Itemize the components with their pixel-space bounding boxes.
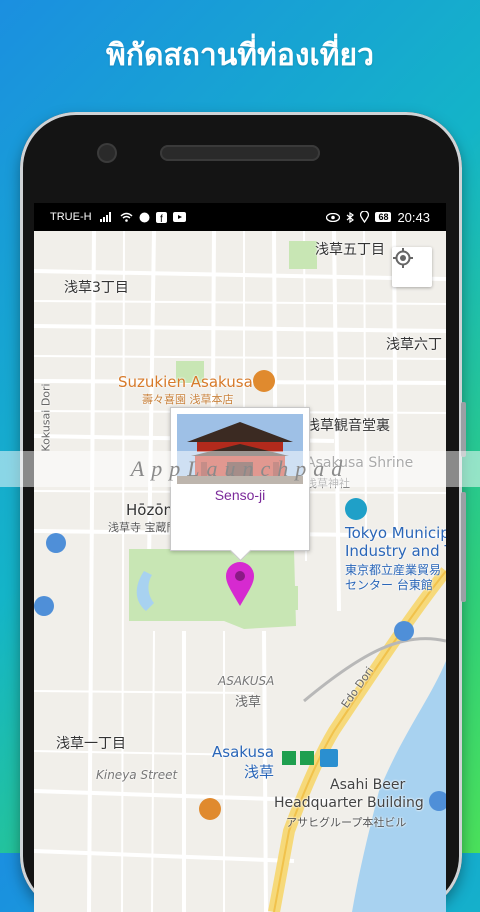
map-label-kineya-street: Kineya Street [96,768,178,782]
bluetooth-icon [347,211,355,223]
volume-button [461,402,466,457]
map-label-asakusa5: 浅草五丁目 [315,242,385,258]
map-label-asahi-jp: アサヒグループ本社ビル [286,816,407,829]
map-label-tokyo-muni[interactable]: Tokyo Municip [345,524,446,542]
phone-frame: TRUE-H f 68 20:43 浅草五丁目 浅草3丁目 浅草六丁 Suzuk… [20,112,466,912]
my-location-icon [393,248,413,268]
map-label-asakusa6: 浅草六丁 [386,337,442,353]
wifi-icon [120,212,133,222]
info-window-title: Senso-ji [214,487,266,503]
map-view[interactable]: 浅草五丁目 浅草3丁目 浅草六丁 Suzukien Asakusa 壽々喜園 浅… [34,231,446,912]
svg-text:f: f [160,214,163,223]
vpn-icon [139,212,150,222]
signal-icon [99,212,111,222]
map-label-tokyo-muni-jp2: センター 台東館 [345,578,433,592]
speaker-grille [160,145,320,161]
map-pin-icon[interactable] [224,561,256,607]
map-label-tokyo-muni-2: Industry and T [345,542,446,560]
map-label-asakusa-area: ASAKUSA [218,674,275,688]
power-button [461,492,466,602]
headline: พิกัดสถานที่ท่องเที่ยว [106,38,374,73]
map-label-asakusa1: 浅草一丁目 [56,736,126,752]
battery-indicator: 68 [375,212,392,222]
map-label-station[interactable]: Asakusa [212,743,274,761]
clock: 20:43 [397,209,430,225]
map-label-kokusai-dori: Kokusai Dori [39,383,53,452]
youtube-icon [172,212,186,222]
map-label-station-jp: 浅草 [244,763,275,781]
watermark: AppLaunchpad [0,451,480,487]
location-status-icon [360,211,370,223]
map-label-asakusa3: 浅草3丁目 [64,280,129,296]
carrier-label: TRUE-H [50,211,92,223]
facebook-icon: f [155,211,167,223]
status-bar: TRUE-H f 68 20:43 [34,203,446,231]
eye-icon [326,212,341,222]
map-label-suzukien-jp: 壽々喜園 浅草本店 [142,393,234,406]
map-label-asakusa-area-jp: 浅草 [235,695,262,710]
map-label-suzukien[interactable]: Suzukien Asakusa [118,373,253,391]
front-camera [99,145,115,161]
phone-screen: TRUE-H f 68 20:43 浅草五丁目 浅草3丁目 浅草六丁 Suzuk… [34,203,446,912]
my-location-button[interactable] [392,247,432,287]
map-label-asahi-2: Headquarter Building [274,795,424,811]
map-label-asahi-1[interactable]: Asahi Beer [330,777,405,793]
map-label-kannon: 浅草観音堂裏 [306,418,390,434]
